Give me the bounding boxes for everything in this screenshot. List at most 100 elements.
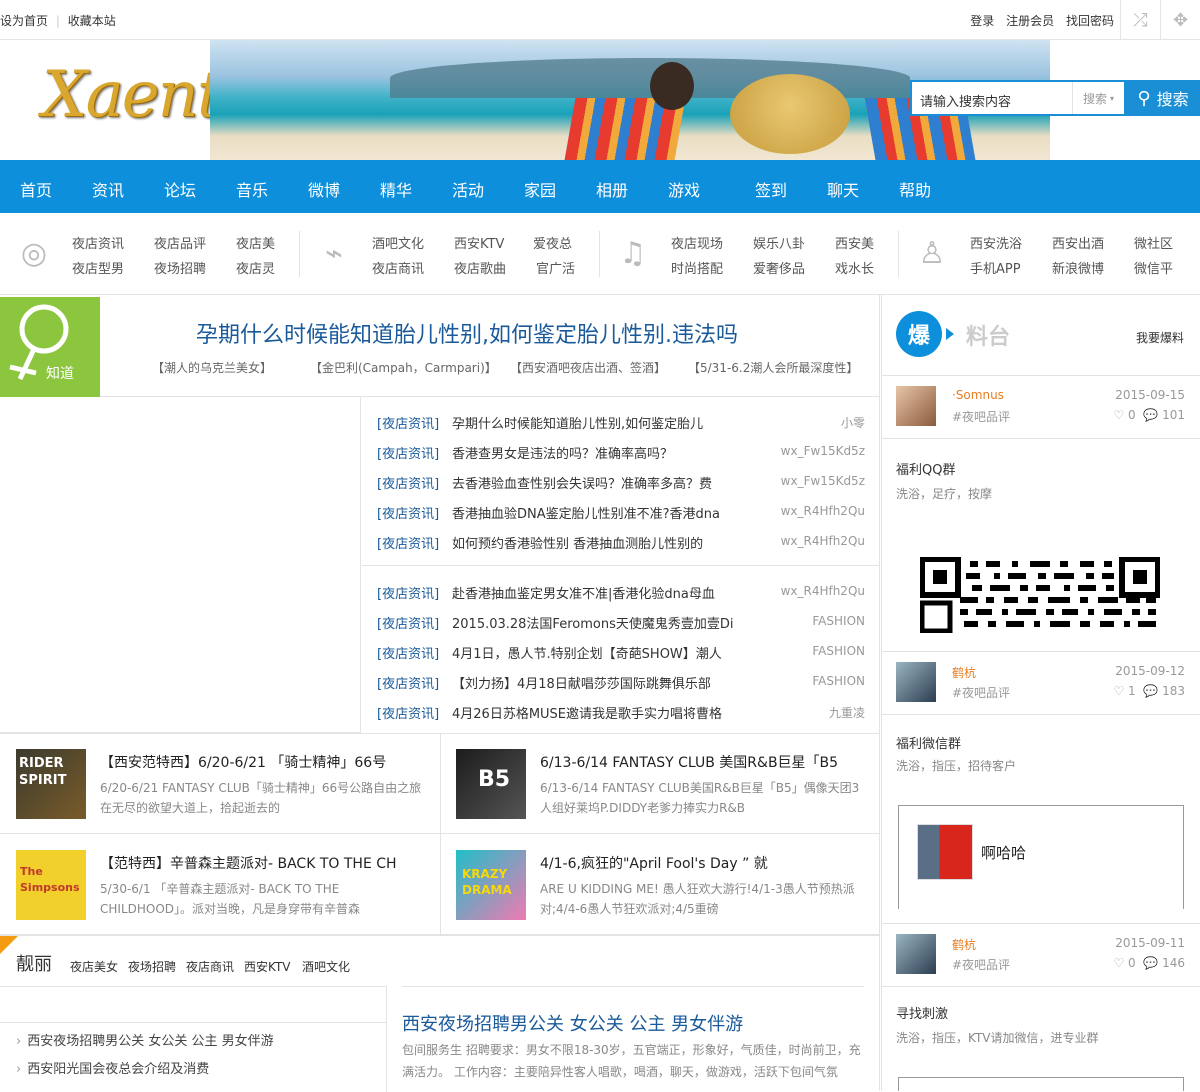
event-card[interactable]: RIDER SPIRIT 【西安范特西】6/20-6/21 「骑士精神」66号 …: [0, 734, 440, 834]
subnav-link[interactable]: 西安洗浴: [970, 233, 1022, 252]
list-item[interactable]: [夜店资讯] 香港抽血验DNA鉴定胎儿性别准不准?香港dna wx_R4Hfh2Qu: [362, 495, 880, 525]
news-category[interactable]: [夜店资讯]: [377, 413, 439, 432]
chat-card[interactable]: 啊哈哈: [898, 805, 1184, 909]
block-title[interactable]: 福利微信群: [896, 733, 961, 752]
avatar[interactable]: [896, 662, 936, 702]
nav-album[interactable]: 相册: [596, 177, 628, 201]
list-item[interactable]: [夜店资讯] 2015.03.28法国Feromons天使魔鬼秀壹加壹Di FASH…: [362, 605, 880, 635]
nav-home-space[interactable]: 家园: [524, 177, 556, 201]
nav-digest[interactable]: 精华: [380, 177, 412, 201]
list-item[interactable]: [夜店资讯] 4月26日苏格MUSE邀请我是歌手实力唱将曹格 九重凌: [362, 695, 880, 725]
block-title[interactable]: 寻找刺激: [896, 1003, 948, 1022]
featured-image[interactable]: [0, 397, 361, 733]
post-author[interactable]: ·Somnus: [952, 388, 1004, 402]
comment-icon[interactable]: 💬: [1143, 956, 1158, 970]
nav-help[interactable]: 帮助: [899, 177, 931, 201]
event-thumbnail[interactable]: KRAZY DRAMA: [456, 850, 526, 920]
tab-link[interactable]: 夜店美女: [70, 958, 118, 975]
tab-link[interactable]: 酒吧文化: [302, 958, 350, 975]
search-button[interactable]: ⚲ 搜索: [1124, 80, 1200, 116]
news-category[interactable]: [夜店资讯]: [377, 673, 439, 692]
subnav-link[interactable]: 夜店型男: [72, 258, 124, 277]
news-category[interactable]: [夜店资讯]: [377, 643, 439, 662]
list-item[interactable]: [夜店资讯] 赴香港抽血鉴定男女准不准|香港化验dna母血 wx_R4Hfh2Qu: [362, 575, 880, 605]
sidebar-post[interactable]: 鹤杭 #夜吧品评 2015-09-12 ♡ 1 💬 183: [882, 651, 1200, 715]
avatar[interactable]: [896, 386, 936, 426]
nav-news[interactable]: 资讯: [92, 177, 124, 201]
tab-link[interactable]: 夜店商讯: [186, 958, 234, 975]
subnav-link[interactable]: 西安出酒: [1052, 233, 1104, 252]
list-item[interactable]: [夜店资讯] 如何预约香港验性别 香港抽血测胎儿性别的 wx_R4Hfh2Qu: [362, 525, 880, 555]
search-input[interactable]: 请输入搜索内容: [920, 91, 1011, 110]
set-homepage-link[interactable]: 设为首页: [0, 14, 48, 28]
subnav-link[interactable]: 西安KTV: [454, 233, 504, 252]
chat-card[interactable]: [898, 1077, 1184, 1091]
nav-music[interactable]: 音乐: [236, 177, 268, 201]
site-logo[interactable]: Xaent: [42, 58, 223, 132]
post-category[interactable]: #夜吧品评: [952, 684, 1010, 701]
event-card[interactable]: B5 6/13-6/14 FANTASY CLUB 美国R&B巨星「B5 6/1…: [440, 734, 880, 834]
news-category[interactable]: [夜店资讯]: [377, 443, 439, 462]
news-title[interactable]: 赴香港抽血鉴定男女准不准|香港化验dna母血: [452, 583, 752, 602]
news-title[interactable]: 香港抽血验DNA鉴定胎儿性别准不准?香港dna: [452, 503, 752, 522]
article-title[interactable]: 西安夜场招聘男公关 女公关 公主 男女伴游: [402, 1010, 743, 1036]
news-category[interactable]: [夜店资讯]: [377, 583, 439, 602]
tab-link[interactable]: 夜场招聘: [128, 958, 176, 975]
event-thumbnail[interactable]: RIDER SPIRIT: [16, 749, 86, 819]
subnav-link[interactable]: 夜店资讯: [72, 233, 124, 252]
subnav-link[interactable]: 夜场招聘: [154, 258, 206, 277]
login-link[interactable]: 登录: [970, 14, 994, 28]
nav-checkin[interactable]: 签到: [755, 177, 787, 201]
news-category[interactable]: [夜店资讯]: [377, 613, 439, 632]
shuffle-icon[interactable]: ⤮: [1120, 0, 1160, 40]
featured-tag[interactable]: 【5/31-6.2潮人会所最深度性】: [688, 359, 858, 376]
event-title[interactable]: 【西安范特西】6/20-6/21 「骑士精神」66号: [100, 752, 430, 772]
avatar[interactable]: [917, 824, 973, 880]
subnav-link[interactable]: 新浪微博: [1052, 258, 1104, 277]
featured-title[interactable]: 孕期什么时候能知道胎儿性别,如何鉴定胎儿性别.违法吗: [196, 317, 738, 349]
subnav-link[interactable]: 夜店灵: [236, 258, 275, 277]
news-title[interactable]: 【刘力扬】4月18日献唱莎莎国际跳舞俱乐部: [452, 673, 752, 692]
event-card[interactable]: KRAZY DRAMA 4/1-6,疯狂的"April Fool's Day ”…: [440, 835, 880, 935]
featured-tag[interactable]: 【金巴利(Campah，Carmpari)】: [310, 359, 497, 376]
chat-name[interactable]: 啊哈哈: [981, 842, 1026, 863]
comment-icon[interactable]: 💬: [1143, 684, 1158, 698]
list-item[interactable]: › 西安阳光国会夜总会介绍及消费: [16, 1058, 209, 1077]
heart-icon[interactable]: ♡: [1113, 956, 1124, 970]
avatar[interactable]: [896, 934, 936, 974]
featured-tag[interactable]: 【潮人的乌克兰美女】: [152, 359, 272, 376]
nav-games[interactable]: 游戏: [668, 177, 700, 201]
move-icon[interactable]: ✥: [1160, 0, 1200, 40]
tab-link[interactable]: 西安KTV: [244, 958, 290, 975]
subnav-link[interactable]: 微信平: [1134, 258, 1173, 277]
subnav-link[interactable]: 戏水长: [835, 258, 874, 277]
subnav-link[interactable]: 西安美: [835, 233, 874, 252]
bookmark-link[interactable]: 收藏本站: [68, 14, 116, 28]
news-category[interactable]: [夜店资讯]: [377, 503, 439, 522]
news-title[interactable]: 香港查男女是违法的吗？准确率高吗？: [452, 443, 752, 462]
event-title[interactable]: 6/13-6/14 FANTASY CLUB 美国R&B巨星「B5: [540, 752, 870, 772]
nav-chat[interactable]: 聊天: [827, 177, 859, 201]
news-category[interactable]: [夜店资讯]: [377, 703, 439, 722]
news-title[interactable]: 孕期什么时候能知道胎儿性别,如何鉴定胎儿: [452, 413, 752, 432]
featured-tag[interactable]: 【西安酒吧夜店出酒、签酒】: [510, 359, 666, 376]
subnav-link[interactable]: 夜店歌曲: [454, 258, 506, 277]
sidebar-post[interactable]: ·Somnus #夜吧品评 2015-09-15 ♡ 0 💬 101: [882, 375, 1200, 439]
list-item[interactable]: [夜店资讯] 去香港验血查性别会失误吗？准确率多高？费 wx_Fw15Kd5z: [362, 465, 880, 495]
subnav-link[interactable]: 官广活: [536, 258, 575, 277]
subnav-link[interactable]: 微社区: [1134, 233, 1173, 252]
subnav-link[interactable]: 夜店品评: [154, 233, 206, 252]
event-thumbnail[interactable]: The Simpsons: [16, 850, 86, 920]
list-item[interactable]: [夜店资讯] 4月1日，愚人节.特别企划【奇葩SHOW】潮人 FASHION: [362, 635, 880, 665]
subnav-link[interactable]: 酒吧文化: [372, 233, 424, 252]
block-title[interactable]: 福利QQ群: [896, 459, 955, 478]
subnav-link[interactable]: 手机APP: [970, 258, 1021, 277]
submit-tip-link[interactable]: 我要爆料: [1136, 329, 1184, 346]
subnav-link[interactable]: 爱夜总: [533, 233, 572, 252]
subnav-link[interactable]: 夜店美: [236, 233, 275, 252]
nav-events[interactable]: 活动: [452, 177, 484, 201]
news-title[interactable]: 去香港验血查性别会失误吗？准确率多高？费: [452, 473, 752, 492]
news-title[interactable]: 如何预约香港验性别 香港抽血测胎儿性别的: [452, 533, 752, 552]
post-author[interactable]: 鹤杭: [952, 664, 976, 681]
nav-forum[interactable]: 论坛: [164, 177, 196, 201]
